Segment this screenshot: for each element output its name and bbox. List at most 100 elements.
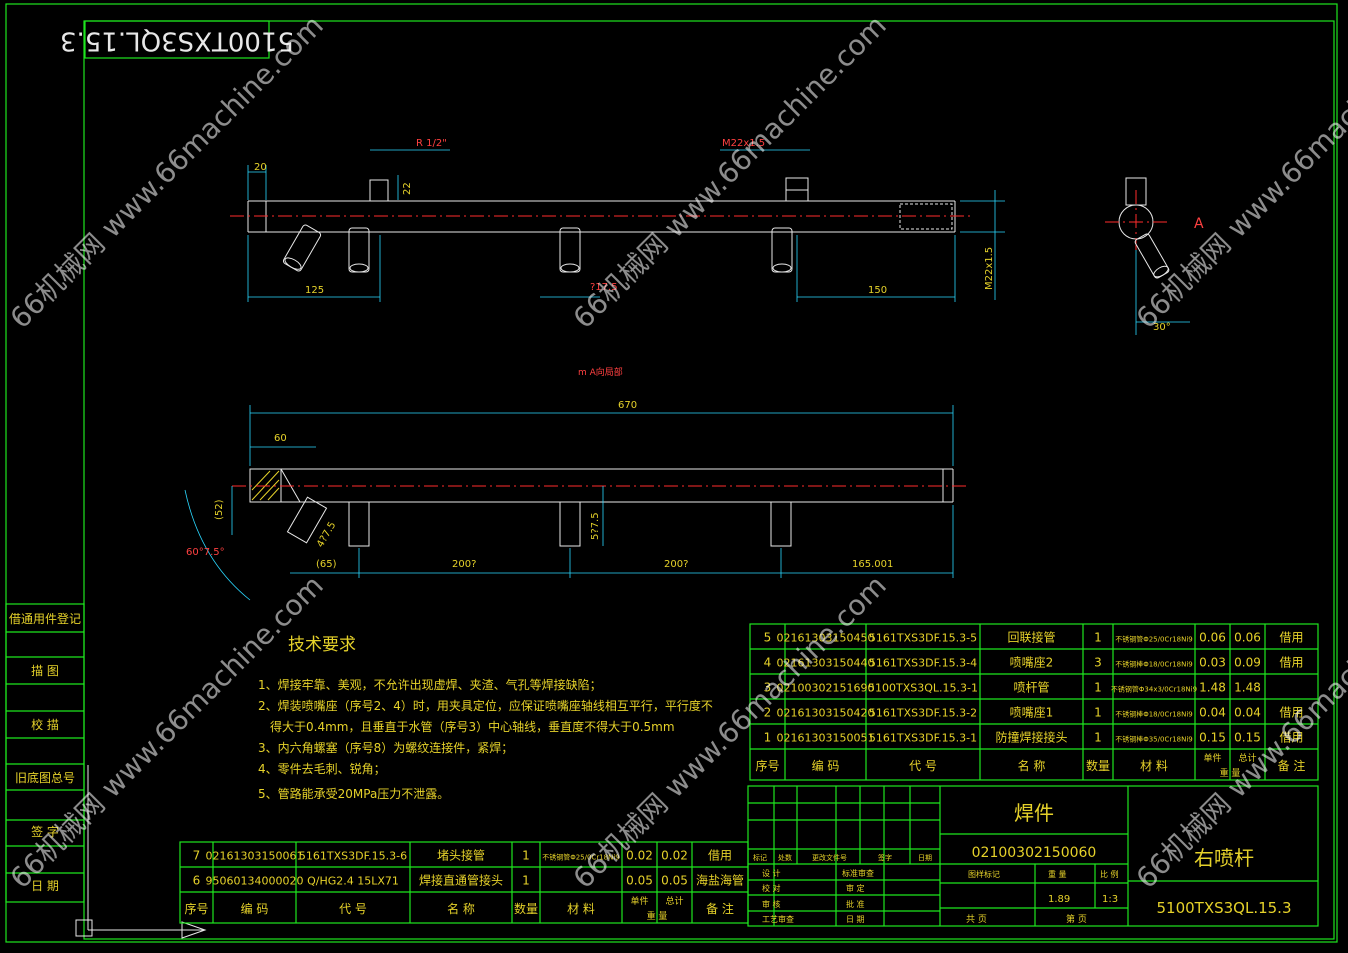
scale-value: 1:3 (1102, 894, 1118, 905)
cad-drawing: 5100TXS3QL.15.3 20 22 R 1/2" 125 ?17.5 1… (4, 3, 1348, 943)
bom_right-cell: 0.06 (1234, 631, 1261, 645)
bom_right-header: 名 称 (1018, 758, 1046, 773)
bom_left-cell: 1 (522, 849, 530, 863)
dim-m22-side: M22x1.5 (984, 247, 995, 290)
bom_left-cell: 95060134000020 (206, 875, 304, 888)
bom_left-header: 数量 (514, 901, 538, 916)
dim-angle: 60°7.5° (186, 547, 225, 558)
bom_right-cell: 1 (1094, 731, 1102, 745)
bom-left: 7 021613031500615161TXS3DF.15.3-6 堵头接管 1 不锈钢… (179, 841, 749, 924)
bom_right-cell: 不锈钢管Φ25/0Cr18Ni9 (1115, 635, 1193, 644)
bom_right-header: 序号 (755, 758, 779, 773)
dim-150: 150 (868, 285, 887, 296)
bom_right-cell: 5161TXS3DF.15.3-5 (869, 632, 977, 645)
watermark-3: 66机械网 www.66machine.com (1130, 9, 1348, 335)
bom_left-cell: 堵头接管 (437, 848, 485, 863)
bom_right-cell: 0.06 (1199, 631, 1226, 645)
bom_right-cell: 1.48 (1199, 681, 1226, 695)
tb-h4: 签字 (878, 853, 892, 862)
bom_left-header: 编 码 (241, 901, 269, 916)
bom_left-cell: 1 (522, 874, 530, 888)
bom_right-header: 编 码 (812, 758, 840, 773)
bom_right-cell: 1 (1094, 631, 1102, 645)
view-label-a: A (1194, 216, 1204, 232)
bom_right-header: 材 料 (1140, 759, 1168, 773)
bom_right-header: 数量 (1086, 758, 1110, 773)
bom_left-header: 名 称 (447, 901, 475, 916)
dim-r-half: R 1/2" (416, 138, 447, 149)
bom_left-header: 材 料 (567, 902, 595, 916)
note-2: 2、焊装喷嘴座（序号2、4）时，用夹具定位，应保证喷嘴座轴线相互平行，平行度不 (258, 698, 713, 713)
bom_right-cell: 不锈钢棒Φ35/0Cr18Ni9 (1115, 735, 1193, 744)
bom_right-cell: 防撞焊接接头 (995, 730, 1067, 745)
bom_right-cell: 0.03 (1199, 656, 1226, 670)
bom_right-cell: 5161TXS3DF.15.3-4 (869, 657, 977, 670)
bom_left-cell: 7 (193, 849, 201, 863)
bom_right-cell: 5100TXS3QL.15.3-1 (868, 682, 978, 695)
bom_left-header: 备 注 (706, 901, 734, 916)
bom_right-cell: 借用 (1279, 656, 1303, 670)
bom_right-cell: 0.04 (1199, 706, 1226, 720)
drawing-code-rotated: 5100TXS3QL.15.3 (60, 26, 294, 56)
bom_right-cell: 5161TXS3DF.15.3-1 (869, 732, 977, 745)
dim-200b: 200? (664, 559, 688, 570)
part-type: 焊件 (1014, 801, 1054, 825)
bom_right-cell: 0.09 (1234, 656, 1261, 670)
part-name: 右喷杆 (1194, 846, 1254, 870)
tb-s2: 审 定 (846, 883, 865, 893)
note-3: 3、内六角螺塞（序号8）为螺纹连接件，紧焊； (258, 740, 513, 755)
bom_right-cell: 不锈钢管Φ34x3/0Cr18Ni9 (1111, 685, 1197, 694)
drawing-number: 5100TXS3QL.15.3 (1156, 899, 1291, 917)
bom_right-cell: 0.15 (1234, 731, 1261, 745)
dim-52: (52) (214, 499, 225, 520)
bom_left-header-sub: 重 量 (647, 910, 668, 922)
notes-title: 技术要求 (288, 635, 356, 655)
tb-r2: 校 对 (762, 883, 781, 893)
dim-20: 20 (254, 162, 267, 173)
bom_right-cell: 3 (1094, 656, 1102, 670)
bom_left-cell: 海盐海管 (696, 873, 744, 888)
tb-h2: 处数 (778, 853, 792, 862)
bom_left-cell: 02161303150061 (206, 850, 304, 863)
weight-value: 1.89 (1048, 894, 1070, 905)
note-2b: 得大于0.4mm，且垂直于水管（序号3）中心轴线，垂直度不得大于0.5mm (270, 719, 675, 734)
note-5: 5、管路能承受20MPa压力不泄露。 (258, 786, 449, 801)
tb-r1: 设 计 (762, 868, 781, 878)
sheet-no: 第 页 (1066, 913, 1087, 925)
bom_left-cell: 5161TXS3DF.15.3-6 (299, 850, 407, 863)
bom_left-cell: Q/HG2.4 15LX71 (307, 875, 399, 888)
scale-label: 比 例 (1100, 869, 1119, 879)
sheets-total: 共 页 (966, 914, 987, 925)
bom_left-header: 总计 (665, 895, 683, 907)
bom_right-cell: 5161TXS3DF.15.3-2 (869, 707, 977, 720)
bom_left-header: 代 号 (339, 902, 367, 916)
strip-3: 校 描 (31, 717, 59, 732)
bom_left-cell: 0.05 (626, 874, 653, 888)
bom_right-cell: 借用 (1279, 631, 1303, 645)
dim-22: 22 (402, 182, 413, 195)
bom_right-cell: 5 (764, 631, 772, 645)
bom_right-header: 代 号 (909, 759, 937, 773)
strip-2: 描 图 (31, 664, 59, 678)
bom_right-cell: 1.48 (1234, 681, 1261, 695)
bom_left-cell: 6 (193, 874, 201, 888)
dim-670: 670 (618, 400, 637, 411)
tb-r3: 审 核 (762, 899, 781, 909)
bom_right-cell: 1 (1094, 681, 1102, 695)
bom_right-cell: 喷嘴座2 (1010, 655, 1054, 670)
tb-s3: 批 准 (846, 899, 865, 909)
bom_right-cell: 0.04 (1234, 706, 1261, 720)
tb-h5: 日期 (918, 854, 932, 862)
bom_right-cell: 0.15 (1199, 731, 1226, 745)
strip-4: 旧底图总号 (15, 770, 75, 785)
bom_right-cell: 回联接管 (1007, 630, 1055, 645)
bom_left-cell: 借用 (708, 849, 732, 863)
tb-s1: 标准审查 (842, 868, 874, 878)
dim-57-5: 5?7.5 (590, 512, 601, 540)
technical-notes: 技术要求 1、焊接牢靠、美观，不允许出现虚焊、夹渣、气孔等焊接缺陷； 2、焊装喷… (258, 635, 713, 801)
note-4: 4、零件去毛刺、锐角； (258, 762, 386, 776)
tb-r4: 工艺审查 (762, 914, 794, 924)
bom_left-header: 序号 (184, 901, 208, 916)
bom_right-cell: 不锈钢棒Φ18/0Cr18Ni9 (1115, 660, 1193, 669)
bom_right-cell: 1 (1094, 706, 1102, 720)
